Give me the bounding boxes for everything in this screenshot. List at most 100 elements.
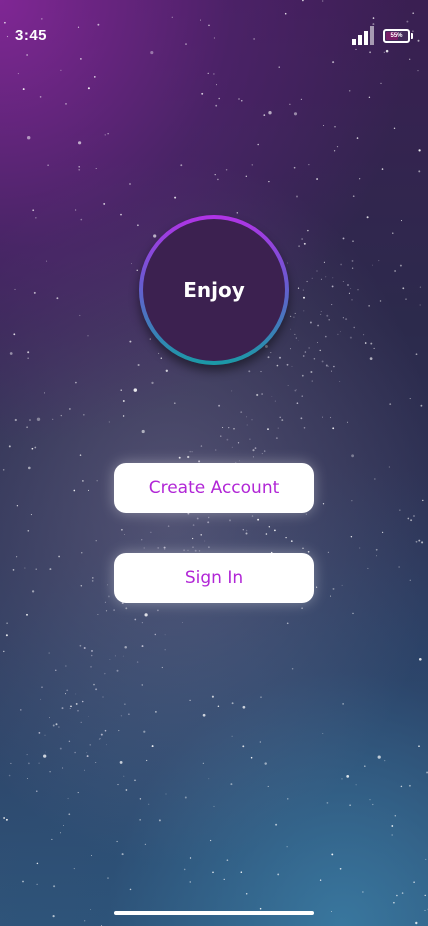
star bbox=[245, 529, 248, 532]
star bbox=[257, 143, 259, 146]
star bbox=[218, 97, 220, 100]
star bbox=[86, 752, 88, 754]
star bbox=[341, 778, 343, 780]
star bbox=[424, 909, 426, 911]
star bbox=[300, 98, 303, 101]
star bbox=[26, 135, 31, 140]
star bbox=[321, 360, 324, 363]
star bbox=[189, 699, 191, 702]
star bbox=[14, 418, 17, 422]
star bbox=[114, 655, 116, 657]
star bbox=[46, 260, 48, 262]
star bbox=[38, 732, 41, 734]
star bbox=[409, 398, 411, 400]
star bbox=[65, 693, 66, 695]
star bbox=[107, 584, 109, 586]
star bbox=[218, 404, 221, 407]
status-bar: 3:45 55% bbox=[0, 0, 428, 70]
star bbox=[58, 726, 60, 728]
star bbox=[275, 437, 278, 440]
star bbox=[80, 585, 83, 587]
star bbox=[202, 762, 204, 764]
star bbox=[167, 525, 170, 527]
star bbox=[117, 784, 119, 786]
star bbox=[200, 534, 202, 536]
star bbox=[349, 804, 351, 806]
star bbox=[125, 607, 128, 610]
star bbox=[93, 76, 96, 78]
star bbox=[17, 73, 19, 75]
star bbox=[240, 871, 243, 873]
sign-in-button[interactable]: Sign In bbox=[114, 553, 314, 603]
star bbox=[320, 311, 322, 312]
star bbox=[16, 556, 18, 558]
star bbox=[274, 529, 276, 532]
star bbox=[351, 299, 353, 301]
star bbox=[79, 314, 81, 317]
star bbox=[47, 164, 49, 166]
star bbox=[97, 613, 99, 616]
star bbox=[317, 324, 319, 327]
star bbox=[13, 333, 16, 336]
star bbox=[351, 259, 354, 262]
star bbox=[26, 754, 28, 756]
star bbox=[124, 534, 126, 536]
star bbox=[225, 169, 228, 171]
star bbox=[75, 693, 77, 695]
star bbox=[149, 338, 151, 340]
star bbox=[189, 857, 192, 859]
star bbox=[183, 549, 186, 552]
star bbox=[260, 696, 262, 698]
star bbox=[192, 524, 195, 526]
star bbox=[261, 453, 263, 455]
star bbox=[316, 178, 319, 180]
star bbox=[89, 744, 91, 746]
star bbox=[160, 357, 163, 360]
star bbox=[264, 762, 267, 765]
star bbox=[60, 414, 62, 417]
star bbox=[217, 705, 220, 708]
star bbox=[194, 549, 197, 552]
star bbox=[105, 744, 107, 746]
star bbox=[425, 858, 427, 860]
star bbox=[369, 357, 373, 360]
star bbox=[308, 164, 310, 166]
star bbox=[157, 609, 159, 612]
star bbox=[174, 196, 177, 199]
star bbox=[213, 73, 215, 75]
create-account-button[interactable]: Create Account bbox=[114, 463, 314, 513]
star bbox=[49, 770, 51, 773]
star bbox=[108, 421, 110, 423]
star bbox=[289, 348, 292, 350]
star bbox=[95, 540, 97, 542]
star bbox=[415, 921, 418, 925]
star bbox=[231, 735, 233, 737]
star bbox=[419, 304, 421, 306]
home-indicator[interactable] bbox=[114, 911, 314, 915]
star bbox=[363, 334, 365, 336]
star bbox=[113, 609, 115, 611]
star bbox=[68, 740, 71, 743]
star bbox=[381, 168, 384, 170]
star bbox=[143, 730, 146, 733]
star bbox=[291, 365, 293, 367]
star bbox=[322, 503, 325, 505]
star bbox=[393, 901, 395, 904]
signal-strength-icon bbox=[352, 26, 374, 45]
star bbox=[291, 668, 294, 670]
star bbox=[31, 590, 35, 593]
star bbox=[211, 695, 214, 698]
star bbox=[400, 220, 403, 222]
star bbox=[109, 659, 111, 660]
star bbox=[274, 400, 276, 402]
star bbox=[36, 862, 39, 865]
star bbox=[308, 347, 310, 349]
star bbox=[342, 317, 344, 319]
star bbox=[331, 285, 334, 288]
star bbox=[377, 755, 381, 759]
star bbox=[296, 388, 297, 390]
star bbox=[27, 529, 30, 532]
star bbox=[290, 328, 292, 330]
star bbox=[136, 269, 138, 271]
star bbox=[105, 610, 108, 612]
